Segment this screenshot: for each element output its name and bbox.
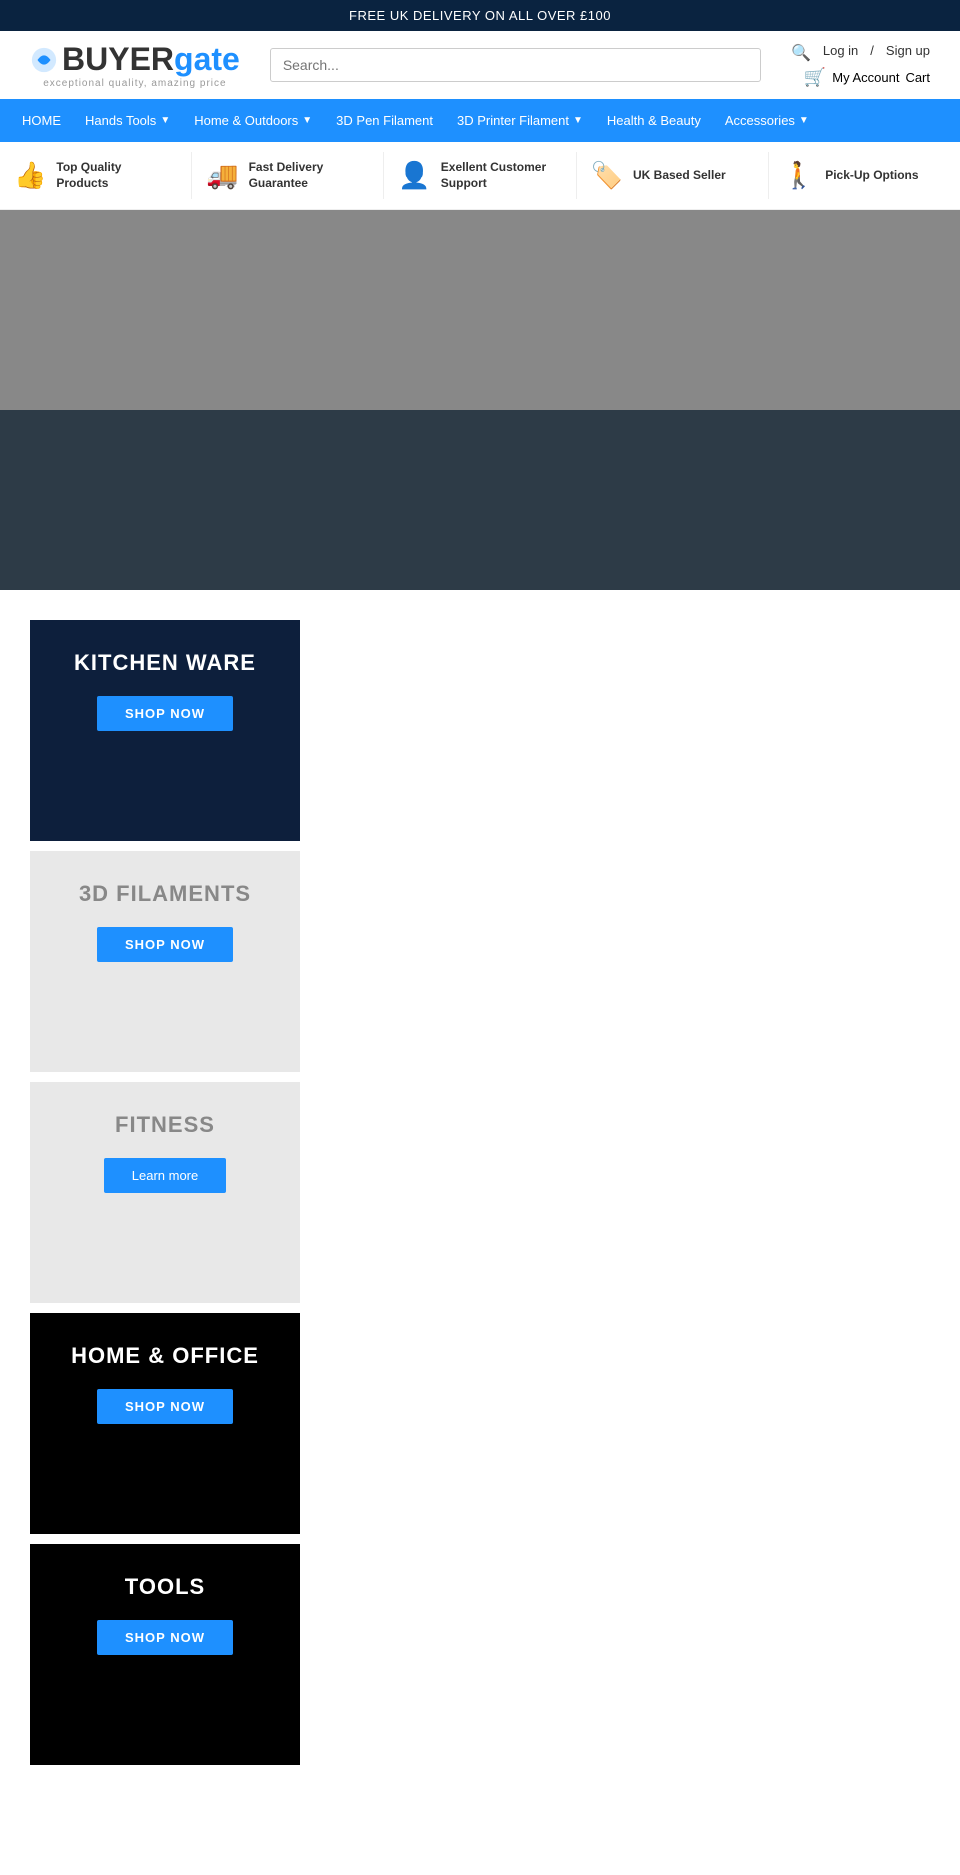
feature-delivery: 🚚 Fast DeliveryGuarantee: [192, 152, 384, 199]
nav-accessories[interactable]: Accessories ▼: [713, 99, 821, 142]
home-office-title: HOME & OFFICE: [71, 1343, 259, 1369]
kitchen-ware-shop-now-button[interactable]: SHOP NOW: [97, 696, 233, 731]
search-input[interactable]: [270, 48, 761, 82]
cart-area[interactable]: 🛒 My Account Cart: [804, 67, 930, 88]
logo-tagline: exceptional quality, amazing price: [43, 78, 226, 89]
nav-home[interactable]: HOME: [10, 99, 73, 142]
feature-pickup: 🚶 Pick-Up Options: [769, 152, 960, 199]
signup-link[interactable]: Sign up: [886, 43, 930, 63]
nav-hands-tools[interactable]: Hands Tools ▼: [73, 99, 182, 142]
feature-uk-seller: 🏷️ UK Based Seller: [577, 152, 769, 199]
header: BUYERgate exceptional quality, amazing p…: [0, 31, 960, 99]
logo: BUYERgate exceptional quality, amazing p…: [30, 41, 240, 89]
category-kitchen-ware: KITCHEN WARE SHOP NOW: [30, 620, 300, 841]
3d-filaments-title: 3D FILAMENTS: [79, 881, 251, 907]
tools-title: TOOLS: [125, 1574, 205, 1600]
home-office-image: [50, 1434, 280, 1514]
cart-icon: 🛒: [804, 67, 826, 88]
main-nav: HOME Hands Tools ▼ Home & Outdoors ▼ 3D …: [0, 99, 960, 142]
delivery-icon: 🚚: [206, 160, 238, 191]
features-bar: 👍 Top QualityProducts 🚚 Fast DeliveryGua…: [0, 142, 960, 210]
search-icon[interactable]: 🔍: [791, 43, 811, 63]
chevron-down-icon: ▼: [573, 115, 583, 126]
kitchen-ware-title: KITCHEN WARE: [74, 650, 256, 676]
header-actions: 🔍 Log in / Sign up 🛒 My Account Cart: [791, 43, 930, 88]
kitchen-ware-image: [50, 741, 280, 821]
nav-home-outdoors[interactable]: Home & Outdoors ▼: [182, 99, 324, 142]
chevron-down-icon: ▼: [160, 115, 170, 126]
category-fitness: FITNESS Learn more: [30, 1082, 300, 1303]
auth-links: 🔍 Log in / Sign up: [791, 43, 930, 63]
fitness-learn-more-button[interactable]: Learn more: [104, 1158, 226, 1193]
feature-support: 👤 Exellent CustomerSupport: [384, 152, 576, 199]
nav-health-beauty[interactable]: Health & Beauty: [595, 99, 713, 142]
tools-image: [50, 1665, 280, 1745]
login-link[interactable]: Log in: [823, 43, 858, 63]
home-office-shop-now-button[interactable]: SHOP NOW: [97, 1389, 233, 1424]
3d-filaments-shop-now-button[interactable]: SHOP NOW: [97, 927, 233, 962]
hero-banner: [0, 210, 960, 410]
category-tools: TOOLS SHOP NOW: [30, 1544, 300, 1765]
top-banner-text: FREE UK DELIVERY ON ALL OVER £100: [349, 8, 611, 23]
search-container: [270, 48, 761, 82]
dark-promo-section: [0, 410, 960, 590]
feature-uk-text: UK Based Seller: [633, 168, 726, 184]
feature-quality-text: Top QualityProducts: [56, 160, 121, 191]
account-label: My Account: [832, 70, 899, 85]
logo-buyer: BUYER: [62, 41, 174, 78]
fitness-title: FITNESS: [115, 1112, 215, 1138]
cart-label: Cart: [905, 70, 930, 85]
feature-delivery-text: Fast DeliveryGuarantee: [249, 160, 324, 191]
feature-pickup-text: Pick-Up Options: [825, 168, 918, 184]
feature-support-text: Exellent CustomerSupport: [441, 160, 546, 191]
nav-3d-pen[interactable]: 3D Pen Filament: [324, 99, 445, 142]
logo-gate: gate: [174, 41, 240, 78]
tools-shop-now-button[interactable]: SHOP NOW: [97, 1620, 233, 1655]
top-banner: FREE UK DELIVERY ON ALL OVER £100: [0, 0, 960, 31]
logo-wordmark: BUYERgate: [30, 41, 240, 78]
uk-flag-icon: 🏷️: [591, 160, 623, 191]
thumbs-up-icon: 👍: [14, 160, 46, 191]
logo-icon: [30, 46, 58, 74]
chevron-down-icon: ▼: [302, 115, 312, 126]
category-grid: KITCHEN WARE SHOP NOW 3D FILAMENTS SHOP …: [0, 620, 960, 1775]
3d-filaments-image: [50, 972, 280, 1052]
category-home-office: HOME & OFFICE SHOP NOW: [30, 1313, 300, 1534]
category-3d-filaments: 3D FILAMENTS SHOP NOW: [30, 851, 300, 1072]
support-icon: 👤: [398, 160, 430, 191]
chevron-down-icon: ▼: [799, 115, 809, 126]
nav-3d-printer[interactable]: 3D Printer Filament ▼: [445, 99, 595, 142]
pickup-icon: 🚶: [783, 160, 815, 191]
feature-quality: 👍 Top QualityProducts: [0, 152, 192, 199]
fitness-image: [50, 1203, 280, 1283]
